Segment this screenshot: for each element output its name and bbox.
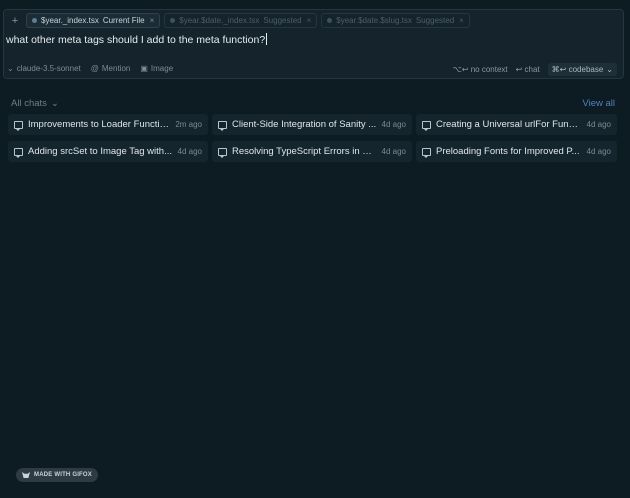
chat-title: Adding srcSet to Image Tag with... [28,146,172,157]
chat-title: Resolving TypeScript Errors in C... [232,146,377,157]
context-files-row: + $year._index.tsx Current File × $year.… [8,13,470,28]
chat-title: Client-Side Integration of Sanity ... [232,119,377,130]
model-selector[interactable]: ⌄ claude-3.5-sonnet [7,64,81,73]
chat-bubble-icon [14,120,23,131]
at-icon: @ [90,64,99,73]
no-context-button[interactable]: ⌥↩ no context [453,65,508,74]
prompt-input[interactable]: what other meta tags should I add to the… [6,33,268,46]
chat-card[interactable]: Adding srcSet to Image Tag with... 4d ag… [8,141,208,162]
chat-composer: + $year._index.tsx Current File × $year.… [3,9,624,79]
chat-age: 4d ago [177,147,202,156]
text-caret [266,33,268,45]
gifox-watermark-badge: MADE WITH GIFOX [16,468,98,482]
composer-toolbar-left: ⌄ claude-3.5-sonnet @ Mention ▣ Image [7,64,173,73]
chat-title: Creating a Universal urlFor Funct... [436,119,582,130]
remove-file-close-icon[interactable]: × [150,16,155,25]
file-dot-icon [170,18,176,23]
chat-title: Preloading Fonts for Improved P... [436,146,580,157]
all-chats-dropdown[interactable]: All chats ⌄ [11,98,59,109]
file-tag: Suggested [415,16,455,25]
file-tag: Current File [102,16,145,25]
image-label: Image [150,64,174,73]
codebase-label: ⌘↩ codebase [551,65,604,74]
view-all-link[interactable]: View all [582,98,615,109]
chat-card[interactable]: Resolving TypeScript Errors in C... 4d a… [212,141,412,162]
file-name: $year._index.tsx [41,16,99,25]
chevron-down-icon: ⌄ [606,65,613,74]
file-dot-icon [32,18,37,23]
chat-submit-button[interactable]: ↩ chat [516,65,540,74]
file-name: $year.$date.$slug.tsx [336,16,412,25]
chat-age: 4d ago [586,147,611,156]
image-button[interactable]: ▣ Image [140,64,173,73]
codebase-button[interactable]: ⌘↩ codebase ⌄ [547,63,617,76]
chevron-down-icon: ⌄ [50,98,59,109]
composer-toolbar-right: ⌥↩ no context ↩ chat ⌘↩ codebase ⌄ [453,63,617,76]
mention-label: Mention [101,64,131,73]
chat-card[interactable]: Preloading Fonts for Improved P... 4d ag… [416,141,617,162]
chevron-down-icon: ⌄ [7,64,14,73]
chat-bubble-icon [422,120,431,131]
chat-bubble-icon [14,147,23,158]
chat-card[interactable]: Client-Side Integration of Sanity ... 4d… [212,114,412,135]
remove-file-close-icon[interactable]: × [307,16,312,25]
file-tag: Suggested [263,16,302,25]
fox-logo-icon [22,472,30,478]
chat-bubble-icon [218,120,227,131]
mention-button[interactable]: @ Mention [91,64,131,73]
chat-age: 4d ago [381,120,406,129]
chat-card[interactable]: Improvements to Loader Functio... 2m ago [8,114,208,135]
context-file-chip-current[interactable]: $year._index.tsx Current File × [26,13,161,28]
chat-age: 4d ago [381,147,406,156]
chat-age: 2m ago [175,120,202,129]
model-name: claude-3.5-sonnet [16,64,81,73]
chat-bubble-icon [218,147,227,158]
chat-age: 4d ago [586,120,611,129]
file-name: $year.$date._index.tsx [179,16,260,25]
watermark-label: MADE WITH GIFOX [34,472,92,478]
chat-bubble-icon [422,147,431,158]
context-file-chip-suggested[interactable]: $year.$date._index.tsx Suggested × [164,13,318,28]
all-chats-label: All chats [11,98,47,109]
file-dot-icon [327,18,333,23]
add-context-button[interactable]: + [8,14,22,28]
chat-card[interactable]: Creating a Universal urlFor Funct... 4d … [416,114,617,135]
remove-file-close-icon[interactable]: × [459,16,464,25]
prompt-text: what other meta tags should I add to the… [6,34,266,46]
chat-title: Improvements to Loader Functio... [28,119,171,130]
image-icon: ▣ [140,64,148,73]
context-file-chip-suggested[interactable]: $year.$date.$slug.tsx Suggested × [321,13,470,28]
